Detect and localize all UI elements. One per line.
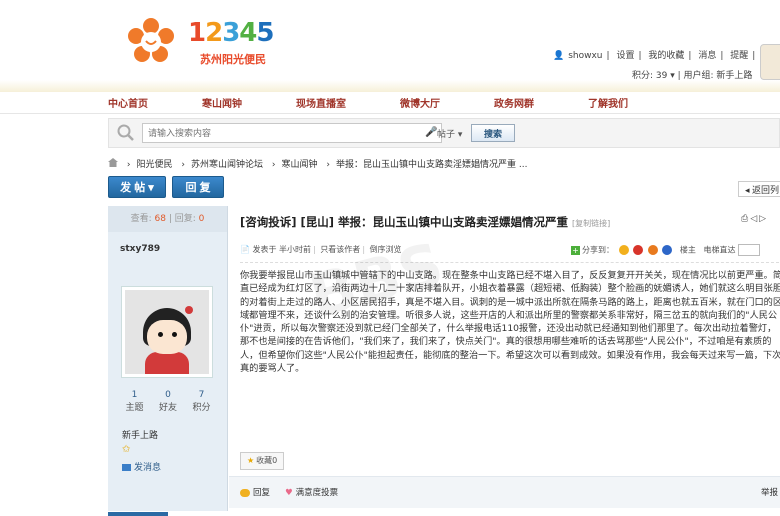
user-icon: 👤	[553, 51, 565, 61]
reverse-order-link[interactable]: 倒序浏览	[370, 245, 402, 254]
nav-item-gov[interactable]: 政务网群	[494, 95, 534, 110]
breadcrumb-item[interactable]: 寒山闻钟	[281, 160, 317, 170]
weibo-icon[interactable]	[633, 245, 644, 255]
send-message-link[interactable]: 发消息	[122, 460, 161, 473]
nav-item-about[interactable]: 了解我们	[588, 95, 628, 110]
search-icon	[117, 124, 134, 141]
nav-item-weibo[interactable]: 微博大厅	[400, 95, 440, 110]
author-online-icon: 📄	[240, 245, 250, 254]
envelope-icon	[122, 464, 131, 471]
post-actions-bar: 回复 ♥ 满意度投票 举报	[229, 476, 780, 508]
user-status: 积分: 39 ▾ | 用户组: 新手上路	[632, 71, 753, 81]
author-counts: 1 主题 0 好友 7 积分	[118, 390, 218, 413]
username-link[interactable]: showxu	[568, 51, 602, 61]
renren-icon[interactable]	[647, 245, 658, 255]
new-post-button[interactable]: 发 帖 ▾	[108, 176, 166, 198]
user-group-label[interactable]: 用户组: 新手上路	[684, 71, 753, 81]
search-bar: 🎤 帖子 ▾ 搜索	[108, 118, 780, 148]
logo-flower-icon	[128, 18, 174, 62]
kaixin-icon[interactable]	[662, 245, 673, 255]
post-title: [咨询投诉] [昆山] 举报：昆山玉山镇中山支路卖淫嫖娼情况严重 [复制链接]	[240, 215, 611, 229]
jump-input[interactable]	[738, 244, 761, 256]
points-label[interactable]: 积分: 39	[632, 71, 667, 81]
nav-item-hanshan[interactable]: 寒山闻钟	[202, 95, 242, 110]
site-header: 12345 苏州阳光便民 👤 showxu | 设置 | 我的收藏 | 消息 | 提醒 | …	[0, 0, 780, 92]
speech-bubble-icon	[240, 488, 250, 497]
prev-icon[interactable]: ◁	[750, 214, 759, 224]
breadcrumb-current: 举报：昆山玉山镇中山支路卖淫嫖娼情况严重 ...	[335, 160, 528, 170]
star-icon: ✩	[122, 444, 131, 455]
qzone-icon[interactable]	[618, 245, 629, 255]
print-icon[interactable]: ⎙	[741, 214, 750, 224]
only-author-link[interactable]: 只看该作者	[320, 245, 360, 254]
author-avatar[interactable]	[121, 286, 213, 378]
breadcrumb-item[interactable]: 阳光便民	[136, 160, 172, 170]
nav-item-home[interactable]: 中心首页	[108, 95, 148, 110]
star-icon: ★	[247, 456, 255, 465]
report-link[interactable]: 举报	[761, 486, 778, 498]
reply-link[interactable]: 回复	[240, 486, 270, 498]
floor-label: 楼主	[679, 245, 696, 255]
user-bar: 👤showxu| 设置| 我的收藏| 消息| 提醒| 退出	[553, 48, 780, 61]
messages-link[interactable]: 消息	[698, 51, 716, 61]
share-bar: + 分享到： 楼主 电梯直达	[571, 244, 761, 256]
author-name[interactable]: stxy789	[120, 244, 160, 254]
user-avatar[interactable]	[760, 44, 780, 80]
post-time: 发表于 半小时前	[252, 245, 312, 254]
logo-subtitle: 苏州阳光便民	[200, 53, 266, 66]
microphone-icon[interactable]: 🎤	[425, 127, 437, 138]
divider	[240, 262, 780, 263]
favorites-link[interactable]: 我的收藏	[648, 51, 684, 61]
copy-link[interactable]: [复制链接]	[572, 219, 610, 228]
post-content: 你我要举报昆山市玉山镇城中管辖下的中山支路。现在整条中山支路已经不堪入目了，反反…	[240, 270, 780, 375]
main-nav: 中心首页 寒山闻钟 现场直播室 微博大厅 政务网群 了解我们	[0, 92, 780, 114]
logo-number: 12345	[188, 18, 274, 48]
thread-stats: 查看: 68 | 回复: 0	[108, 206, 227, 232]
friends-count[interactable]: 0 好友	[152, 390, 185, 413]
home-icon[interactable]	[108, 158, 118, 167]
reply-button[interactable]: 回 复	[172, 176, 224, 198]
bottom-button-edge	[108, 512, 168, 516]
jump-label: 电梯直达	[703, 245, 736, 255]
heart-icon: ♥	[285, 488, 293, 498]
search-button[interactable]: 搜索	[471, 124, 515, 142]
breadcrumb-item[interactable]: 苏州寒山闻钟论坛	[191, 160, 263, 170]
post-meta: 📄 发表于 半小时前 | 只看该作者 | 倒序浏览	[240, 245, 402, 254]
settings-link[interactable]: 设置	[616, 51, 634, 61]
post-main: [咨询投诉] [昆山] 举报：昆山玉山镇中山支路卖淫嫖娼情况严重 [复制链接] …	[229, 206, 780, 511]
points-count[interactable]: 7 积分	[185, 390, 218, 413]
rating-link[interactable]: ♥ 满意度投票	[285, 486, 338, 498]
author-sidebar: 查看: 68 | 回复: 0 stxy789 1 主题 0 好友 7 积分 新手上路 …	[108, 206, 228, 511]
favorite-button[interactable]: ★ 收藏0	[240, 452, 285, 470]
author-rank[interactable]: 新手上路	[122, 428, 158, 441]
topics-count[interactable]: 1 主题	[118, 390, 151, 413]
search-scope-select[interactable]: 帖子 ▾	[437, 127, 462, 140]
share-plus-icon[interactable]: +	[571, 245, 580, 255]
search-input[interactable]	[142, 123, 442, 143]
next-icon[interactable]: ▷	[759, 214, 768, 224]
breadcrumb: › 阳光便民 › 苏州寒山闻钟论坛 › 寒山闻钟 › 举报：昆山玉山镇中山支路卖淫嫖娼情…	[108, 157, 533, 170]
post-tools: ⎙◁▷	[741, 214, 768, 224]
notifications-link[interactable]: 提醒	[730, 51, 748, 61]
nav-item-live[interactable]: 现场直播室	[296, 95, 346, 110]
back-to-list-button[interactable]: ◂ 返回列	[738, 181, 780, 197]
